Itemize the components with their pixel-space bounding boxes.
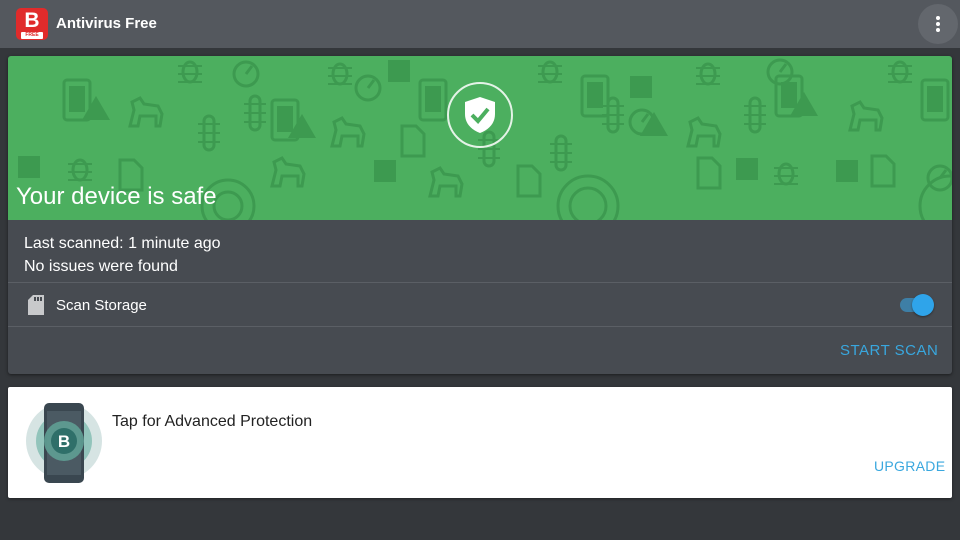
sd-card-icon [28,295,44,315]
status-hero: Your device is safe [8,56,952,220]
scan-info: Last scanned: 1 minute ago No issues wer… [24,232,221,278]
divider [8,326,952,327]
status-card: Your device is safe Last scanned: 1 minu… [8,56,952,374]
promo-title: Tap for Advanced Protection [112,413,313,430]
scan-storage-label: Scan Storage [56,297,147,314]
app-bar: B FREE Antivirus Free [0,0,960,48]
scan-storage-row[interactable]: Scan Storage [8,283,952,327]
logo-badge: FREE [21,32,43,39]
status-headline: Your device is safe [16,183,217,210]
toggle-thumb [912,294,934,316]
last-scanned-text: Last scanned: 1 minute ago [24,235,221,252]
overflow-menu-button[interactable] [918,4,958,44]
app-logo: B FREE [16,8,48,40]
issues-text: No issues were found [24,258,178,275]
upgrade-button[interactable]: UPGRADE [874,458,945,474]
start-scan-button[interactable]: START SCAN [840,342,938,359]
illustration-letter: B [58,432,70,451]
scan-storage-toggle[interactable] [900,294,934,316]
protected-phone-illustration: B [26,403,102,483]
logo-letter: B [24,9,40,32]
advanced-protection-card[interactable]: B Tap for Advanced Protection UPGRADE [8,387,952,498]
shield-check-icon [447,82,513,148]
app-title: Antivirus Free [56,15,157,32]
